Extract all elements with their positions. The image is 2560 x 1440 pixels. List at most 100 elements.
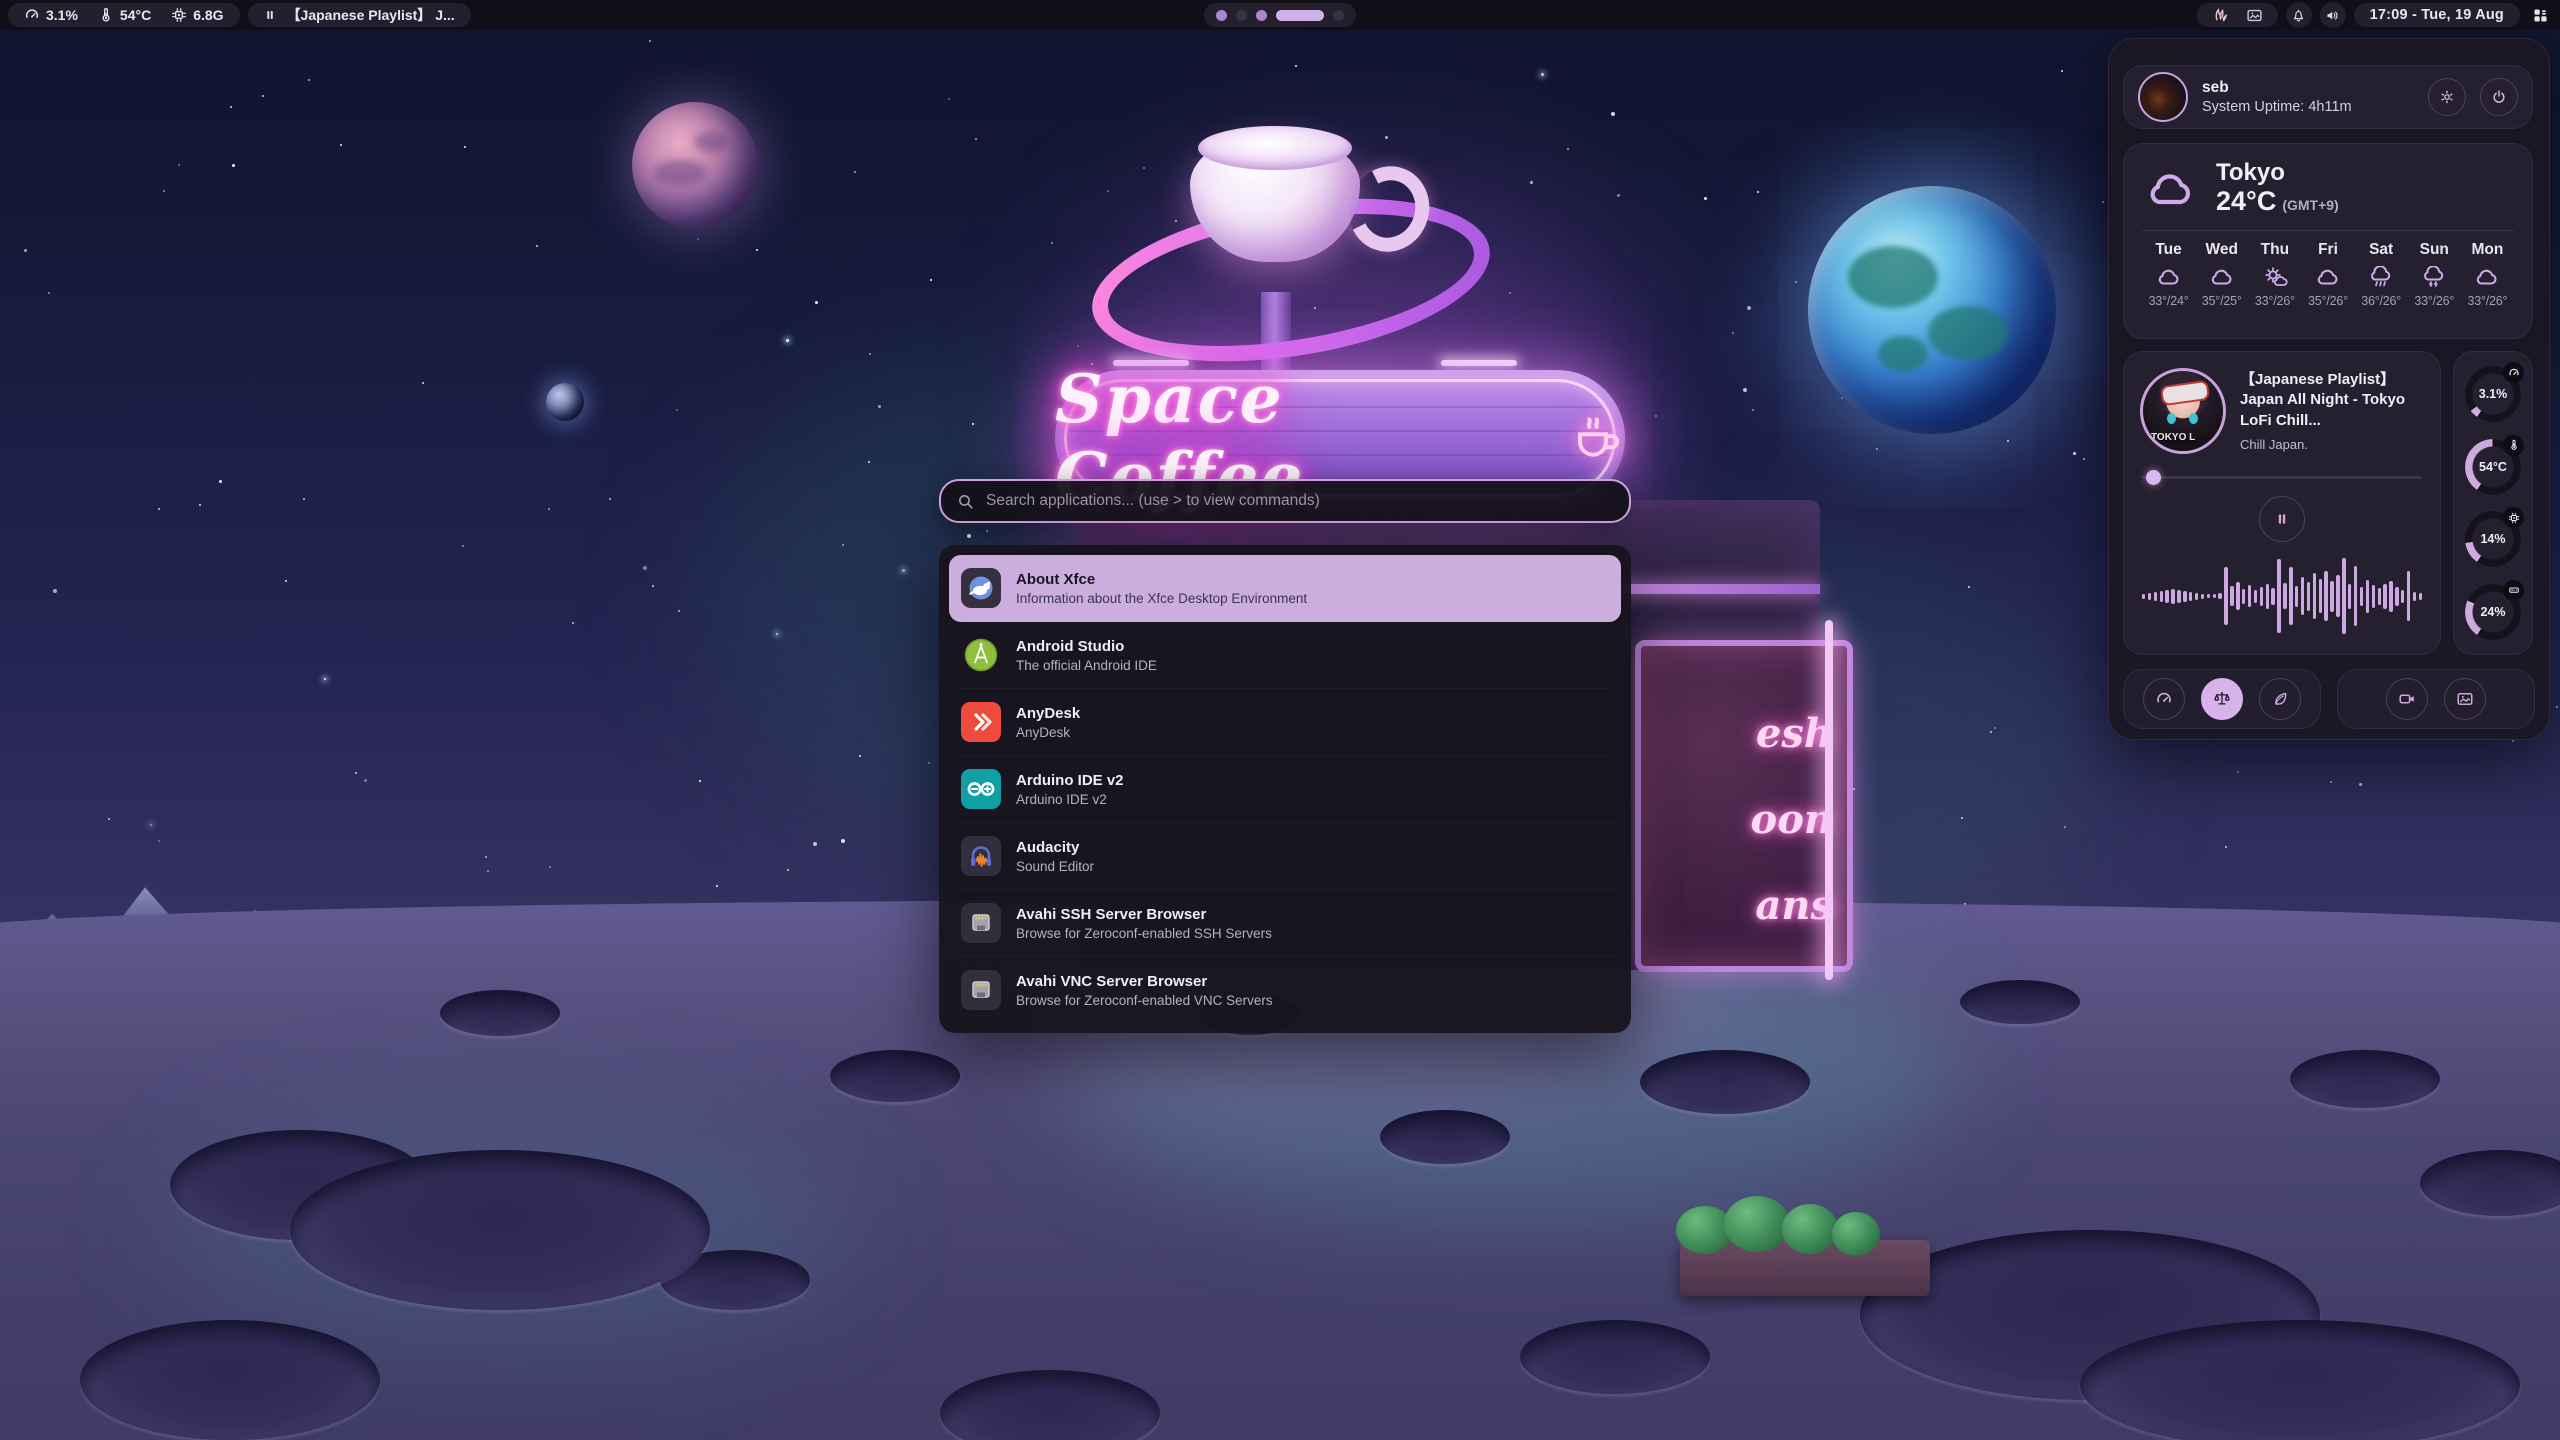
user-name: seb [2202, 79, 2414, 97]
thermometer-icon [2503, 435, 2524, 456]
gauge-icon [2503, 362, 2524, 383]
app-description: Sound Editor [1016, 859, 1094, 874]
user-card: seb System Uptime: 4h11m [2123, 65, 2533, 129]
app-item-about-xfce[interactable]: About Xfce Information about the Xfce De… [949, 555, 1621, 622]
app-item-avahi-vnc-server-browser[interactable]: Avahi VNC Server Browser Browse for Zero… [949, 957, 1621, 1023]
power-icon [2491, 89, 2507, 105]
thermometer-icon [98, 7, 114, 23]
app-item-anydesk[interactable]: AnyDesk AnyDesk [949, 689, 1621, 756]
app-name: Arduino IDE v2 [1016, 772, 1124, 789]
image-mode-button[interactable] [2444, 678, 2486, 720]
network-app-icon [961, 903, 1001, 943]
track-info: TOKYO L 【Japanese Playlist】 Japan All Ni… [2140, 368, 2424, 454]
weather-card: Tokyo 24°C(GMT+9) Tue33°/24°Wed35°/25°Th… [2123, 143, 2533, 339]
app-item-android-studio[interactable]: Android Studio The official Android IDE [949, 622, 1621, 689]
app-description: Browse for Zeroconf-enabled VNC Servers [1016, 993, 1273, 1008]
cup-rim [1198, 126, 1352, 170]
app-item-arduino-ide-v2[interactable]: Arduino IDE v2 Arduino IDE v2 [949, 756, 1621, 823]
tray-icons-pill [2197, 3, 2278, 27]
disk-icon [2503, 580, 2524, 601]
workspace-3-occupied[interactable] [1256, 10, 1267, 21]
settings-button[interactable] [2428, 78, 2466, 116]
app-grid-button[interactable] [2528, 3, 2552, 27]
workspace-5-empty[interactable] [1333, 10, 1344, 21]
weather-city: Tokyo [2216, 160, 2339, 186]
power-button[interactable] [2480, 78, 2518, 116]
claw-icon[interactable] [2212, 7, 2229, 24]
user-meta: seb System Uptime: 4h11m [2202, 79, 2414, 115]
gauge-thermometer: 54°C [2465, 439, 2521, 495]
cloud-icon [2209, 266, 2235, 288]
forecast-day-fri: Fri35°/26° [2301, 241, 2354, 308]
gauge-icon [24, 7, 40, 23]
workspace-1-occupied[interactable] [1216, 10, 1227, 21]
seek-bar[interactable] [2142, 470, 2422, 484]
app-name: Audacity [1016, 839, 1094, 856]
search-bar[interactable] [939, 479, 1631, 523]
app-description: Arduino IDE v2 [1016, 792, 1124, 807]
forecast-day-tue: Tue33°/24° [2142, 241, 2195, 308]
stat-chip: 6.8G [171, 7, 223, 23]
audacity-app-icon [961, 836, 1001, 876]
forecast-day-mon: Mon33°/26° [2461, 241, 2514, 308]
planet-small [546, 383, 584, 421]
wallpaper-icon[interactable] [2246, 7, 2263, 24]
gauge-chip: 14% [2465, 511, 2521, 567]
play-pause-button[interactable] [2259, 496, 2305, 542]
gauge-mode-button[interactable] [2143, 678, 2185, 720]
system-gauges-card: 3.1% 54°C 14% 24% [2453, 351, 2533, 655]
control-panel: seb System Uptime: 4h11m Tokyo 24°C(GMT+… [2108, 38, 2550, 740]
app-name: Avahi SSH Server Browser [1016, 906, 1272, 923]
seek-handle[interactable] [2146, 470, 2161, 485]
arduino-app-icon [961, 769, 1001, 809]
neon-word: oon [1751, 796, 1833, 843]
cloud-icon [2315, 266, 2341, 288]
workspace-4-active[interactable] [1276, 10, 1324, 21]
gear-icon [2439, 89, 2455, 105]
weather-current: Tokyo 24°C(GMT+9) [2142, 160, 2514, 217]
app-grid-icon [2532, 7, 2549, 24]
app-item-audacity[interactable]: Audacity Sound Editor [949, 823, 1621, 890]
app-name: Avahi VNC Server Browser [1016, 973, 1273, 990]
camera-icon [2398, 690, 2416, 708]
camera-mode-button[interactable] [2386, 678, 2428, 720]
workspace-indicator[interactable] [1204, 3, 1356, 27]
volume-button[interactable] [2320, 2, 2346, 28]
stat-thermometer: 54°C [98, 7, 151, 23]
rain-icon [2368, 266, 2394, 288]
shop-window: esh oon ans [1635, 640, 1853, 972]
media-player-card: TOKYO L 【Japanese Playlist】 Japan All Ni… [2123, 351, 2441, 655]
app-name: Android Studio [1016, 638, 1157, 655]
planet-pink [632, 102, 758, 228]
network-app-icon [961, 970, 1001, 1010]
chip-icon [171, 7, 187, 23]
xfce-app-icon [961, 568, 1001, 608]
app-launcher: About Xfce Information about the Xfce De… [939, 479, 1631, 1033]
search-icon [957, 493, 974, 510]
suncloud-icon [2262, 266, 2288, 288]
volume-icon [2325, 8, 2340, 23]
system-uptime: System Uptime: 4h11m [2202, 99, 2414, 115]
scales-mode-button[interactable] [2201, 678, 2243, 720]
weather-forecast: Tue33°/24°Wed35°/25°Thu33°/26°Fri35°/26°… [2142, 241, 2514, 308]
gauge-icon [2155, 690, 2173, 708]
notifications-button[interactable] [2286, 2, 2312, 28]
gauge-disk: 24% [2465, 584, 2521, 640]
search-input[interactable] [984, 491, 1613, 511]
forecast-day-wed: Wed35°/25° [2195, 241, 2248, 308]
app-description: AnyDesk [1016, 725, 1080, 740]
cloud-icon [2474, 266, 2500, 288]
scales-icon [2213, 690, 2231, 708]
plant [1782, 1204, 1838, 1254]
system-stats-pill: 3.1%54°C6.8G [8, 3, 240, 27]
album-art-caption: TOKYO L [2151, 432, 2195, 443]
leaf-mode-button[interactable] [2259, 678, 2301, 720]
planet-earth [1808, 186, 2056, 434]
app-description: Browse for Zeroconf-enabled SSH Servers [1016, 926, 1272, 941]
app-item-avahi-ssh-server-browser[interactable]: Avahi SSH Server Browser Browse for Zero… [949, 890, 1621, 957]
system-tray: 17:09 - Tue, 19 Aug [2197, 2, 2552, 28]
avatar [2138, 72, 2188, 122]
clock[interactable]: 17:09 - Tue, 19 Aug [2354, 3, 2520, 27]
workspace-2-empty[interactable] [1236, 10, 1247, 21]
now-playing-pill[interactable]: 【Japanese Playlist】 J... [248, 3, 471, 27]
